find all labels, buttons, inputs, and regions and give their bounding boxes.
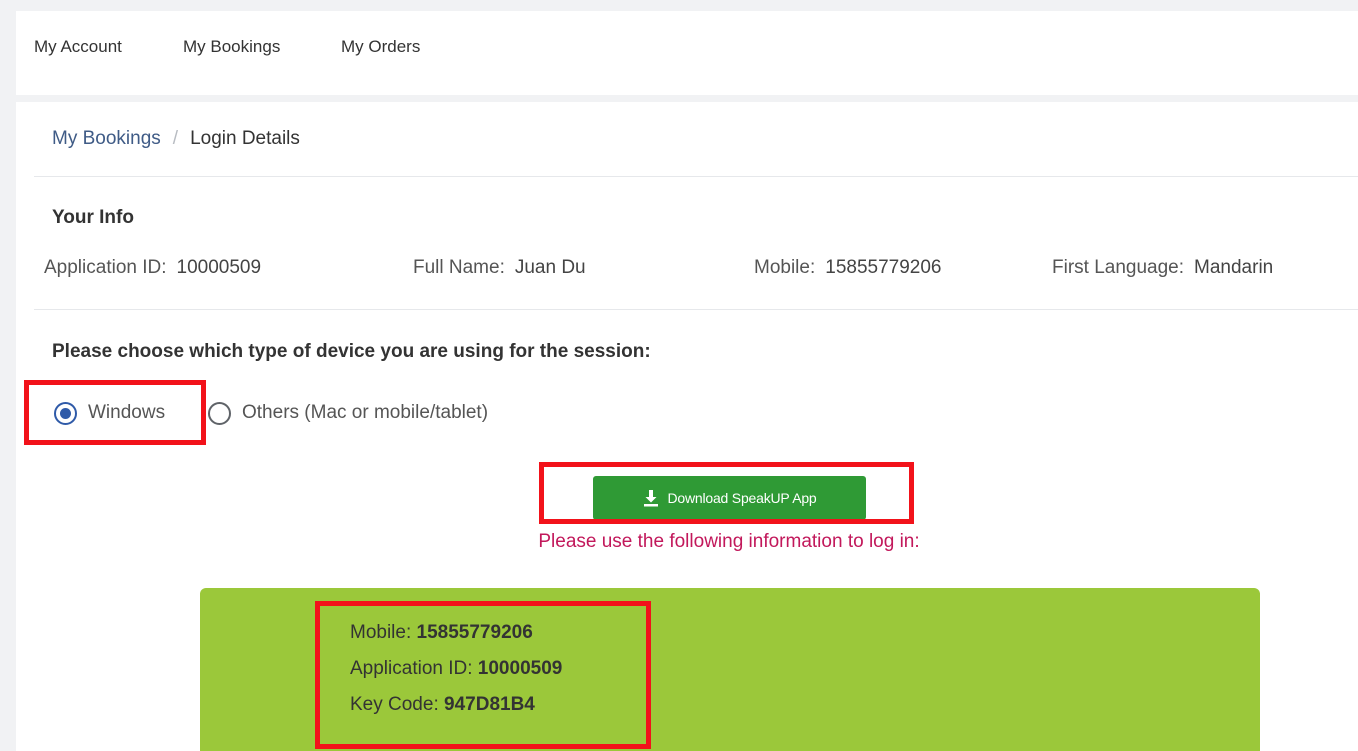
- info-value: 10000509: [176, 257, 262, 278]
- cred-key-code: Key Code: 947D81B4: [350, 694, 535, 716]
- nav-my-account[interactable]: My Account: [34, 37, 122, 57]
- info-label: First Language:: [1052, 257, 1185, 278]
- breadcrumb-separator: /: [172, 128, 179, 149]
- radio-button-unchecked[interactable]: [208, 401, 231, 425]
- nav-my-orders[interactable]: My Orders: [341, 37, 420, 57]
- cred-application-id: Application ID: 10000509: [350, 658, 562, 680]
- info-label: Full Name:: [413, 257, 505, 278]
- divider: [34, 309, 1358, 310]
- radio-label-windows: Windows: [88, 402, 166, 423]
- radio-windows[interactable]: Windows: [54, 398, 165, 428]
- info-first-language: First Language: Mandarin: [1052, 257, 1273, 279]
- cred-label: Application ID:: [350, 658, 473, 679]
- cred-value: 15855779206: [416, 622, 533, 643]
- download-icon: [644, 490, 659, 507]
- breadcrumb-my-bookings[interactable]: My Bookings: [52, 128, 161, 149]
- breadcrumb: My Bookings / Login Details: [52, 128, 300, 150]
- radio-button-checked[interactable]: [54, 401, 77, 425]
- info-label: Application ID:: [44, 257, 167, 278]
- info-mobile: Mobile: 15855779206: [754, 257, 942, 279]
- cred-mobile: Mobile: 15855779206: [350, 622, 533, 644]
- info-full-name: Full Name: Juan Du: [413, 257, 586, 279]
- divider: [34, 176, 1358, 177]
- info-value: Mandarin: [1194, 257, 1274, 278]
- cred-value: 947D81B4: [444, 694, 535, 715]
- info-value: Juan Du: [514, 257, 586, 278]
- radio-others[interactable]: Others (Mac or mobile/tablet): [208, 398, 488, 428]
- device-question: Please choose which type of device you a…: [52, 341, 651, 362]
- download-speakup-button[interactable]: Download SpeakUP App: [593, 476, 866, 520]
- cred-label: Key Code:: [350, 694, 439, 715]
- info-application-id: Application ID: 10000509: [44, 257, 261, 279]
- your-info-title: Your Info: [52, 207, 134, 228]
- breadcrumb-current: Login Details: [190, 128, 300, 149]
- info-value: 15855779206: [825, 257, 942, 278]
- nav-my-bookings[interactable]: My Bookings: [183, 37, 280, 57]
- cred-value: 10000509: [477, 658, 563, 679]
- login-notice: Please use the following information to …: [538, 531, 920, 552]
- radio-label-others: Others (Mac or mobile/tablet): [242, 402, 489, 423]
- download-button-label: Download SpeakUP App: [667, 490, 817, 506]
- cred-label: Mobile:: [350, 622, 412, 643]
- info-label: Mobile:: [754, 257, 816, 278]
